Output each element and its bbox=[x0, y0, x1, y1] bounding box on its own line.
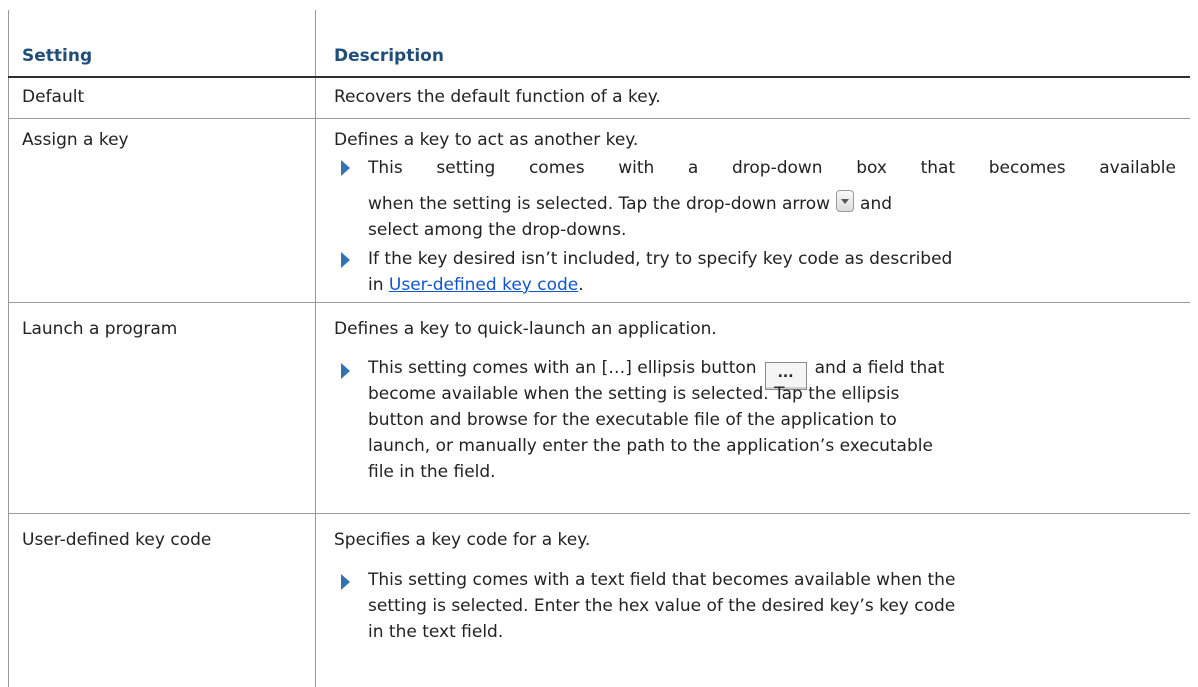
bullet-icon bbox=[341, 363, 350, 379]
assign-bullet2-line2: in User-defined key code. bbox=[368, 275, 584, 295]
userdefined-bullet-line3: in the text field. bbox=[368, 622, 504, 642]
assign-bullet2-line1: If the key desired isn’t included, try t… bbox=[368, 249, 953, 269]
bullet-icon bbox=[341, 252, 350, 268]
row-divider-2 bbox=[8, 302, 1190, 303]
userdefined-bullet-line1: This setting comes with a text field tha… bbox=[368, 570, 956, 590]
bullet-icon bbox=[341, 160, 350, 176]
header-description: Description bbox=[334, 46, 444, 66]
row-default-setting: Default bbox=[22, 87, 85, 107]
left-border bbox=[8, 10, 9, 687]
assign-bullet1-line1: This setting comes with a drop-down box … bbox=[368, 158, 1176, 178]
row-default-description: Recovers the default function of a key. bbox=[334, 87, 661, 107]
column-divider bbox=[315, 10, 316, 687]
assign-bullet1-line2: when the setting is selected. Tap the dr… bbox=[368, 190, 1176, 217]
settings-table: Setting Description Default Recovers the… bbox=[8, 0, 1190, 687]
row-launch-setting: Launch a program bbox=[22, 319, 178, 339]
userdefined-bullet-line2: setting is selected. Enter the hex value… bbox=[368, 596, 956, 616]
row-launch-description: Defines a key to quick-launch an applica… bbox=[334, 319, 717, 339]
row-assign-description: Defines a key to act as another key. bbox=[334, 130, 639, 150]
row-userdefined-setting: User-defined key code bbox=[22, 530, 212, 550]
dropdown-arrow-icon bbox=[836, 190, 855, 212]
header-setting: Setting bbox=[22, 46, 93, 66]
row-divider-3 bbox=[8, 513, 1190, 514]
row-divider-1 bbox=[8, 118, 1190, 119]
header-divider bbox=[8, 76, 1190, 78]
assign-bullet1-line3: select among the drop-downs. bbox=[368, 220, 627, 240]
launch-bullet-line3: button and browse for the executable fil… bbox=[368, 410, 897, 430]
bullet-icon bbox=[341, 574, 350, 590]
launch-bullet-line5: file in the field. bbox=[368, 462, 496, 482]
launch-bullet-line2: become available when the setting is sel… bbox=[368, 384, 900, 404]
row-assign-setting: Assign a key bbox=[22, 130, 129, 150]
row-userdefined-description: Specifies a key code for a key. bbox=[334, 530, 591, 550]
launch-bullet-line4: launch, or manually enter the path to th… bbox=[368, 436, 933, 456]
user-defined-key-code-link[interactable]: User-defined key code bbox=[389, 275, 578, 295]
